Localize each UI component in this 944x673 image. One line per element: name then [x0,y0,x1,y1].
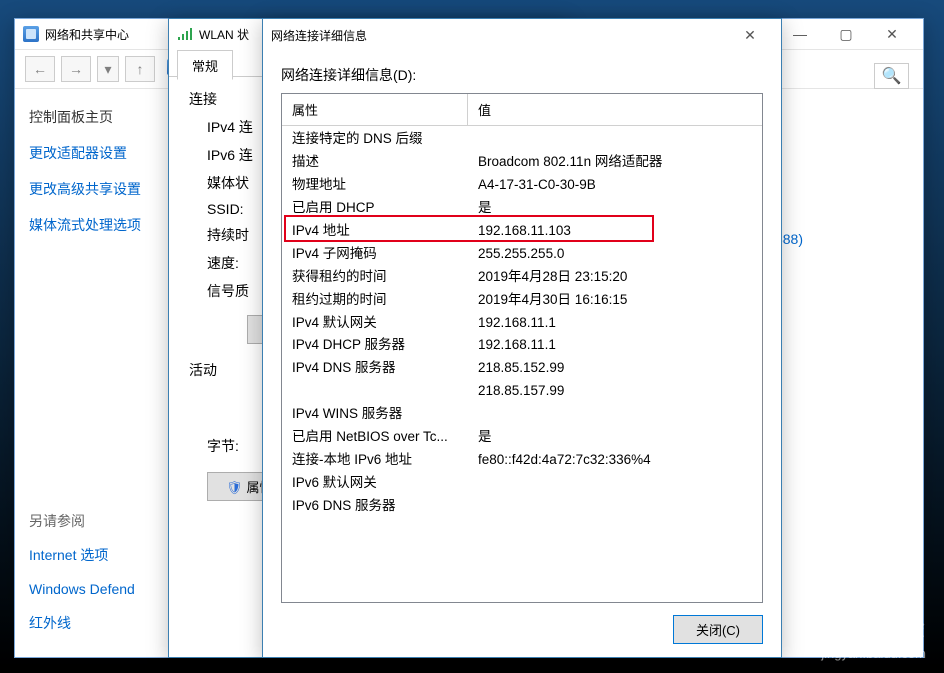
col-property[interactable]: 属性 [282,94,468,125]
network-detail-dialog: 网络连接详细信息 ✕ 网络连接详细信息(D): 属性 值 连接特定的 DNS 后… [262,18,782,658]
detail-value: 255.255.255.0 [478,243,752,266]
detail-row[interactable]: IPv4 子网掩码255.255.255.0 [282,243,762,266]
network-icon [23,26,39,42]
sidebar-link-sharing[interactable]: 更改高级共享设置 [29,179,153,199]
detail-value: 2019年4月30日 16:16:15 [478,289,752,312]
detail-row[interactable]: IPv4 DHCP 服务器192.168.11.1 [282,334,762,357]
detail-key: 租约过期的时间 [292,289,478,312]
back-button[interactable]: ← [25,56,55,82]
detail-value: Broadcom 802.11n 网络适配器 [478,151,752,174]
detail-key: 连接特定的 DNS 后缀 [292,128,478,151]
detail-key: 获得租约的时间 [292,266,478,289]
see-also-header: 另请参阅 [29,511,153,531]
watermark: Baidu 经验 jingyan.baidu.com [812,614,926,663]
forward-button[interactable]: → [61,56,91,82]
detail-value: 是 [478,197,752,220]
detail-value [478,128,752,151]
wlan-title: WLAN 状 [199,26,249,43]
detail-key: IPv4 WINS 服务器 [292,403,478,426]
watermark-url: jingyan.baidu.com [812,645,926,663]
detail-key: IPv6 DNS 服务器 [292,495,478,518]
detail-key: IPv4 子网掩码 [292,243,478,266]
dropdown-button[interactable]: ▾ [97,56,119,82]
detail-row[interactable]: IPv6 默认网关 [282,472,762,495]
detail-key: IPv4 DNS 服务器 [292,357,478,380]
detail-value: 218.85.152.99 [478,357,752,380]
detail-row[interactable]: 描述Broadcom 802.11n 网络适配器 [282,151,762,174]
see-also-infrared[interactable]: 红外线 [29,613,153,633]
up-button[interactable]: ↑ [125,56,155,82]
detail-key: IPv6 默认网关 [292,472,478,495]
detail-listview[interactable]: 属性 值 连接特定的 DNS 后缀描述Broadcom 802.11n 网络适配… [281,93,763,603]
detail-row[interactable]: IPv4 WINS 服务器 [282,403,762,426]
detail-row[interactable]: IPv4 地址192.168.11.103 [282,220,762,243]
detail-row[interactable]: IPv6 DNS 服务器 [282,495,762,518]
detail-row[interactable]: 已启用 NetBIOS over Tc...是 [282,426,762,449]
search-icon[interactable]: 🔍 [874,63,909,89]
detail-value [478,403,752,426]
cp-sidebar: 控制面板主页 更改适配器设置 更改高级共享设置 媒体流式处理选项 另请参阅 In… [15,89,167,657]
cp-title: 网络和共享中心 [45,26,129,43]
detail-key: 已启用 NetBIOS over Tc... [292,426,478,449]
detail-row[interactable]: IPv4 默认网关192.168.11.1 [282,312,762,335]
close-dialog-button[interactable]: 关闭(C) [673,615,763,644]
detail-caption: 网络连接详细信息(D): [281,65,763,85]
detail-key: 连接-本地 IPv6 地址 [292,449,478,472]
detail-row[interactable]: 物理地址A4-17-31-C0-30-9B [282,174,762,197]
detail-row[interactable]: IPv4 DNS 服务器218.85.152.99 [282,357,762,380]
sidebar-header[interactable]: 控制面板主页 [29,107,153,127]
watermark-brand: Baidu 经验 [812,614,926,645]
detail-row[interactable]: 连接特定的 DNS 后缀 [282,128,762,151]
sidebar-link-media[interactable]: 媒体流式处理选项 [29,215,153,235]
detail-title: 网络连接详细信息 [271,27,367,44]
detail-value: 192.168.11.1 [478,334,752,357]
close-button[interactable]: ✕ [869,19,915,49]
detail-key: IPv4 DHCP 服务器 [292,334,478,357]
shield-icon: 🛡 [226,480,243,495]
detail-key [292,380,478,403]
see-also-internet[interactable]: Internet 选项 [29,545,153,565]
detail-row[interactable]: 已启用 DHCP是 [282,197,762,220]
detail-value: A4-17-31-C0-30-9B [478,174,752,197]
maximize-button[interactable]: ▢ [823,19,869,49]
detail-value: 是 [478,426,752,449]
detail-key: 描述 [292,151,478,174]
signal-icon [177,26,193,42]
detail-row[interactable]: 连接-本地 IPv6 地址fe80::f42d:4a72:7c32:336%4 [282,449,762,472]
detail-key: IPv4 默认网关 [292,312,478,335]
detail-key: IPv4 地址 [292,220,478,243]
detail-value: 218.85.157.99 [478,380,752,403]
detail-columns[interactable]: 属性 值 [282,94,762,126]
detail-value: 192.168.11.103 [478,220,752,243]
detail-value: 192.168.11.1 [478,312,752,335]
sidebar-link-adapter[interactable]: 更改适配器设置 [29,143,153,163]
close-button[interactable]: ✕ [727,20,773,50]
detail-titlebar[interactable]: 网络连接详细信息 ✕ [263,19,781,51]
detail-row[interactable]: 获得租约的时间2019年4月28日 23:15:20 [282,266,762,289]
detail-key: 已启用 DHCP [292,197,478,220]
detail-value [478,472,752,495]
minimize-button[interactable]: — [777,19,823,49]
detail-key: 物理地址 [292,174,478,197]
detail-row[interactable]: 租约过期的时间2019年4月30日 16:16:15 [282,289,762,312]
detail-value [478,495,752,518]
tab-general[interactable]: 常规 [177,50,233,80]
detail-value: fe80::f42d:4a72:7c32:336%4 [478,449,752,472]
see-also-defender[interactable]: Windows Defend [29,581,153,597]
detail-row[interactable]: 218.85.157.99 [282,380,762,403]
col-value[interactable]: 值 [468,94,762,125]
detail-value: 2019年4月28日 23:15:20 [478,266,752,289]
